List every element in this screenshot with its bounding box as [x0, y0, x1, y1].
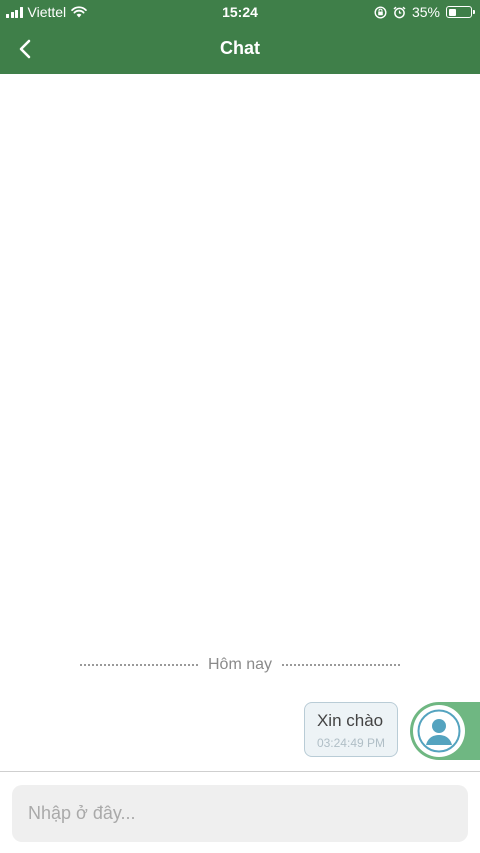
message-time: 03:24:49 PM: [316, 736, 385, 750]
date-divider: Hôm nay: [80, 656, 400, 674]
divider-line-right: [282, 664, 400, 666]
page-title: Chat: [220, 38, 260, 58]
alarm-icon: [393, 6, 406, 18]
top-bar: Viettel 15:24 35% Chat: [0, 0, 480, 74]
avatar-tab[interactable]: [410, 702, 480, 760]
date-divider-label: Hôm nay: [207, 656, 273, 673]
message-text: Xin chào: [316, 711, 384, 730]
navigation-bar: Chat: [0, 24, 480, 74]
message-input[interactable]: [12, 785, 468, 842]
battery-fill: [448, 8, 456, 16]
composer: [0, 771, 480, 853]
message-bubble[interactable]: Xin chào 03:24:49 PM: [303, 702, 398, 757]
avatar: [413, 705, 465, 757]
battery-percent: 35%: [411, 4, 440, 20]
status-bar: Viettel 15:24 35%: [0, 0, 480, 24]
status-right: 35%: [374, 4, 475, 20]
orientation-lock-icon: [374, 5, 387, 19]
chat-area[interactable]: Hôm nay Xin chào 03:24:49 PM: [0, 74, 480, 771]
user-avatar-icon: [417, 709, 461, 753]
battery-icon: [446, 6, 475, 18]
divider-line-left: [80, 664, 198, 666]
